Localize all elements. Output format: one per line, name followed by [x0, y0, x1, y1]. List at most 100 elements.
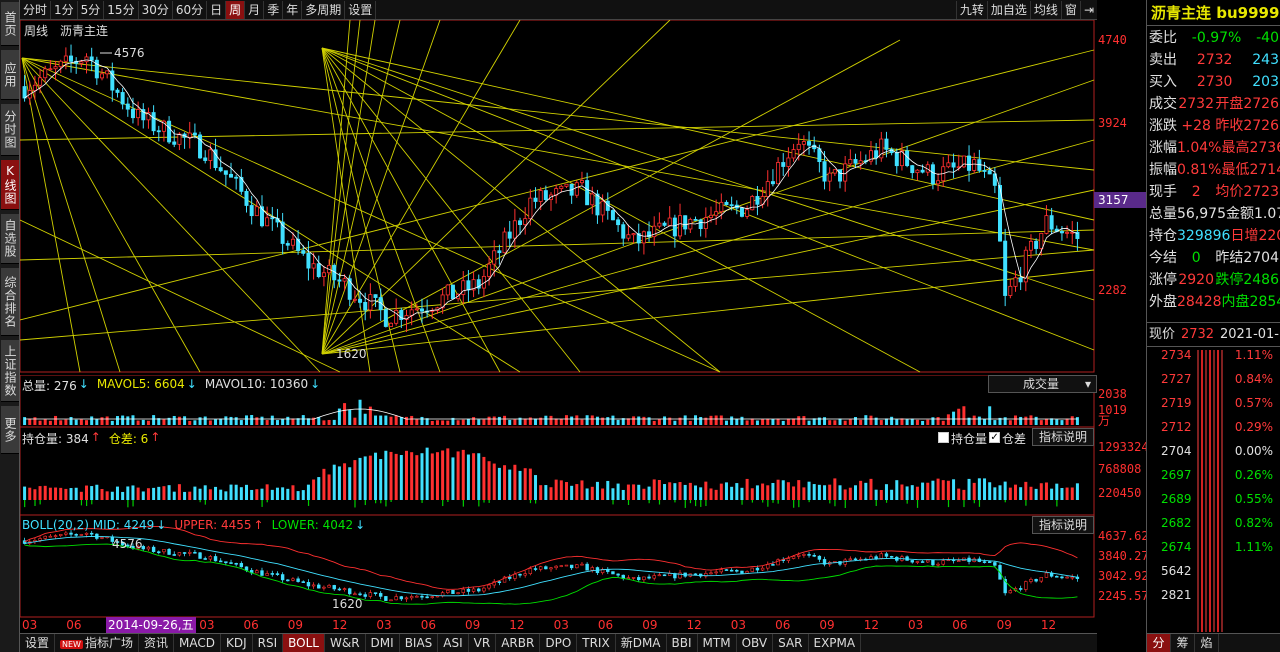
- oi-bar: [761, 483, 765, 500]
- indicator-tab-2[interactable]: 资讯: [139, 634, 174, 652]
- candle-body: [600, 200, 605, 216]
- toolbar-right-button-3[interactable]: 窗: [1060, 1, 1080, 19]
- ladder-price: 2697: [1161, 468, 1192, 482]
- nav-shanghai-index[interactable]: 上证指数: [1, 340, 19, 402]
- indicator-tab-14[interactable]: TRIX: [577, 634, 616, 652]
- oi-bar: [435, 452, 439, 500]
- boll-candle-body: [580, 563, 584, 566]
- toolbar-right-button-4[interactable]: ⇥: [1079, 1, 1097, 19]
- boll-chart[interactable]: 4637.62 3840.27 3042.92 2245.57 4576 1620 03 06…: [20, 515, 1146, 633]
- volume-bar: [564, 415, 568, 425]
- boll-candle-body: [611, 571, 615, 575]
- oi-explain-button[interactable]: 指标说明: [1032, 428, 1095, 446]
- indicator-tab-16[interactable]: BBI: [667, 634, 698, 652]
- indicator-tab-8[interactable]: DMI: [366, 634, 400, 652]
- quote-tab-2[interactable]: 焰: [1195, 634, 1219, 652]
- volume-bar: [472, 417, 476, 425]
- candle-body: [115, 89, 120, 93]
- indicator-tab-18[interactable]: OBV: [737, 634, 774, 652]
- volume-bar: [90, 416, 94, 425]
- candle-body: [874, 150, 879, 159]
- period-button-2[interactable]: 5分: [78, 0, 105, 19]
- oi-checkbox[interactable]: [938, 432, 949, 443]
- boll-candle-body: [1039, 577, 1043, 582]
- toolbar-right-button-2[interactable]: 均线: [1029, 1, 1061, 19]
- indicator-tab-5[interactable]: RSI: [253, 634, 284, 652]
- candle-body: [610, 210, 615, 221]
- top-toolbar: 分时 1分 5分 15分 30分 60分日周月季年多周期 设置 九转 加自选 均线窗 ⇥: [20, 0, 1097, 20]
- indicator-tab-7[interactable]: W&R: [325, 634, 366, 652]
- toolbar-right-button-0[interactable]: 九转: [955, 1, 987, 19]
- indicator-dropdown[interactable]: 成交量 ▾: [988, 375, 1097, 393]
- indicator-tab-4[interactable]: KDJ: [221, 634, 253, 652]
- indicator-tab-6[interactable]: BOLL: [283, 634, 325, 652]
- period-button-6[interactable]: 日: [207, 0, 227, 19]
- ladder-price: 2719: [1161, 396, 1192, 410]
- indicator-tab-label: TRIX: [582, 636, 610, 650]
- period-button-3[interactable]: 15分: [104, 0, 139, 19]
- indicator-tab-15[interactable]: 新DMA: [616, 634, 667, 652]
- nav-kline[interactable]: K线图: [1, 160, 19, 210]
- indicator-tab-17[interactable]: MTM: [698, 634, 737, 652]
- volume-bar: [1024, 416, 1028, 425]
- indicator-tab-1[interactable]: NEW 指标广场: [55, 634, 139, 652]
- period-button-10[interactable]: 年: [283, 0, 303, 19]
- quote-row-value: +28: [1181, 118, 1211, 134]
- boll-candle-body: [652, 575, 656, 579]
- toolbar-right-button-1[interactable]: 加自选: [986, 1, 1030, 19]
- oi-bar: [946, 480, 950, 500]
- indicator-tab-3[interactable]: MACD: [174, 634, 221, 652]
- period-button-1[interactable]: 1分: [51, 0, 78, 19]
- indicator-tab-label: SAR: [778, 636, 803, 650]
- boll-candle-body: [693, 573, 698, 576]
- oi-bar: [802, 487, 806, 500]
- quote-tab-0[interactable]: 分: [1147, 634, 1171, 652]
- indicator-tab-20[interactable]: EXPMA: [809, 634, 862, 652]
- nav-timeshare[interactable]: 分时图: [1, 104, 19, 156]
- nav-ranking[interactable]: 综合排名: [1, 268, 19, 336]
- volume-bar: [755, 420, 759, 425]
- boll-candle-body: [631, 577, 636, 579]
- volume-bar: [895, 419, 899, 425]
- indicator-tab-0[interactable]: 设置: [20, 634, 56, 652]
- indicator-tab-9[interactable]: BIAS: [400, 634, 439, 652]
- nav-home[interactable]: 首页: [1, 2, 19, 46]
- quote-tab-1[interactable]: 筹: [1171, 634, 1195, 652]
- oi-bar: [735, 483, 739, 500]
- period-button-12[interactable]: 设置: [345, 0, 377, 19]
- boll-candle-body: [456, 592, 460, 594]
- nav-apps[interactable]: 应用: [1, 50, 19, 100]
- volume-bar: [105, 416, 109, 425]
- period-button-11[interactable]: 多周期: [302, 0, 346, 19]
- boll-explain-button[interactable]: 指标说明: [1032, 516, 1095, 534]
- candle-body: [187, 132, 192, 138]
- volume-bar: [890, 416, 894, 425]
- oi-bar: [157, 486, 161, 500]
- period-button-9[interactable]: 季: [264, 0, 284, 19]
- indicator-tab-11[interactable]: VR: [469, 634, 497, 652]
- indicator-tab-19[interactable]: SAR: [773, 634, 809, 652]
- x-axis-label: 03: [199, 618, 214, 632]
- x-axis-label: 09: [819, 618, 834, 632]
- ladder-price: 2821: [1161, 588, 1192, 602]
- period-button-7[interactable]: 周: [226, 0, 246, 19]
- oi-diff-bar: [906, 500, 908, 504]
- nav-more[interactable]: 更多: [1, 406, 19, 454]
- candle-body: [1008, 285, 1013, 296]
- period-button-4[interactable]: 30分: [139, 0, 173, 19]
- boll-candle-body: [384, 596, 388, 601]
- indicator-tab-13[interactable]: DPO: [540, 634, 578, 652]
- period-button-0[interactable]: 分时: [20, 0, 52, 19]
- oi-bar: [69, 488, 73, 500]
- oi-diff-bar: [127, 500, 129, 508]
- volume-bar: [663, 416, 667, 425]
- period-button-5[interactable]: 60分: [173, 0, 208, 19]
- diff-checkbox[interactable]: ✓: [989, 432, 1001, 443]
- oi-bar: [518, 470, 522, 500]
- nav-watchlist[interactable]: 自选股: [1, 214, 19, 264]
- kline-chart[interactable]: 4740392431572282315745761620: [20, 20, 1146, 375]
- indicator-tab-12[interactable]: ARBR: [496, 634, 541, 652]
- oi-bar: [239, 487, 243, 500]
- period-button-8[interactable]: 月: [245, 0, 265, 19]
- indicator-tab-10[interactable]: ASI: [438, 634, 469, 652]
